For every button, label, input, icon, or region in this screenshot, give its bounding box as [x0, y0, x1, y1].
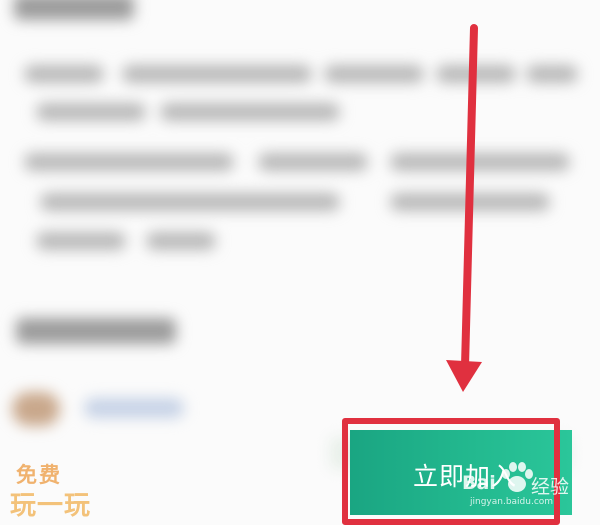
- watermark-brand-suffix: 经验: [531, 476, 570, 498]
- watermark-url: jingyan.baidu.com: [470, 497, 554, 507]
- promo-play-text: 玩一玩: [10, 491, 92, 521]
- watermark-brand: Bai: [462, 472, 496, 494]
